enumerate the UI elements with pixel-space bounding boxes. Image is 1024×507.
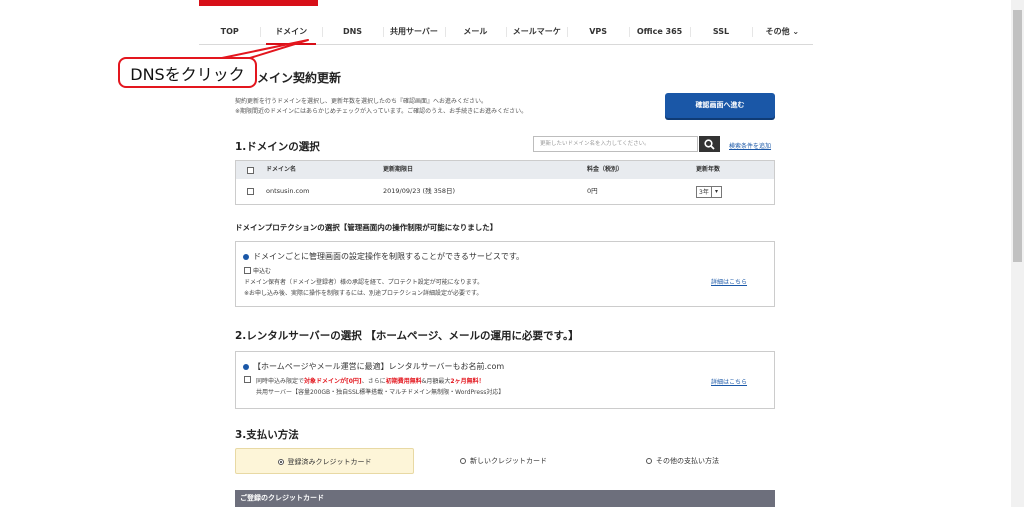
confirm-button[interactable]: 確認画面へ進む	[665, 93, 775, 118]
protection-checkbox[interactable]	[244, 267, 251, 274]
expiry-date: 2019/09/23 (残 358日)	[383, 187, 456, 195]
nav-ssl[interactable]: SSL	[690, 20, 751, 44]
payment-option-other[interactable]: その他の支払い方法	[593, 448, 772, 474]
instruction-note: 契約更新を行うドメインを選択し、更新年数を選択したのち『確認画面』へお進みくださ…	[235, 98, 488, 105]
radio-icon	[460, 458, 466, 464]
radio-selected-icon	[277, 459, 284, 465]
protection-apply-label: 申込む	[253, 268, 272, 275]
protection-title: ドメインごとに管理画面の設定操作を制限することができるサービスです。	[253, 252, 525, 261]
nav-dns[interactable]: DNS	[321, 20, 383, 44]
nav-office365[interactable]: Office 365	[628, 20, 690, 44]
row-checkbox[interactable]	[247, 188, 254, 195]
col-years: 更新年数	[696, 166, 721, 173]
instruction-callout: DNSをクリック	[118, 57, 257, 88]
promo-text: &月額最大	[421, 378, 451, 385]
domain-name: ontsusin.com	[266, 187, 310, 195]
col-expiry: 更新期限日	[383, 166, 414, 173]
table-header: ドメイン名 更新期限日 料金（税別） 更新年数	[236, 161, 774, 179]
registered-cards-header: ご登録のクレジットカード	[235, 490, 775, 507]
server-details-link[interactable]: 詳細はこちら	[711, 377, 747, 386]
server-spec-line: 共用サーバー【容量200GB・独自SSL標準搭載・マルチドメイン無制限・Word…	[256, 389, 505, 396]
nav-top[interactable]: TOP	[199, 20, 260, 44]
promo-text: 、さらに	[361, 378, 386, 385]
domain-section-heading: 1.ドメインの選択	[235, 141, 320, 153]
nav-domain[interactable]: ドメイン	[260, 20, 321, 45]
promo-highlight: 2ヶ月無料！	[450, 378, 485, 385]
main-nav: TOP ドメイン DNS 共用サーバー メール メールマーケ VPS Offic…	[199, 20, 813, 45]
protection-heading: ドメインプロテクションの選択【管理画面内の操作制限が可能になりました】	[235, 223, 498, 232]
add-search-condition-link[interactable]: 検索条件を追加	[729, 141, 771, 150]
payment-option-registered-card[interactable]: 登録済みクレジットカード	[235, 448, 414, 474]
search-button[interactable]	[699, 136, 720, 152]
server-title: 【ホームページやメール運営に最適】レンタルサーバーもお名前.com	[253, 362, 505, 371]
radio-icon	[646, 458, 652, 464]
nav-shared-server[interactable]: 共用サーバー	[383, 20, 444, 44]
promo-highlight: 初期費用無料	[385, 378, 422, 385]
nav-mail-marketing[interactable]: メールマーケ	[506, 20, 567, 44]
renewal-years-select[interactable]: 3年 ▾	[696, 186, 722, 198]
protection-desc-2: ※お申し込み後、実際に操作を制限するには、別途プロテクション詳細設定が必要です。	[244, 290, 483, 297]
payment-option-new-card[interactable]: 新しいクレジットカード	[414, 448, 593, 474]
search-icon	[704, 139, 715, 150]
bullet-icon	[243, 364, 249, 370]
payment-section-heading: 3.支払い方法	[235, 429, 299, 441]
protection-desc: ドメイン保有者（ドメイン登録者）様の承認を経て、プロテクト設定が可能になります。	[244, 279, 484, 286]
select-all-checkbox[interactable]	[247, 167, 254, 174]
table-row: ontsusin.com 2019/09/23 (残 358日) 0円	[236, 179, 774, 204]
renewal-years-value: 3年	[699, 189, 709, 196]
instruction-note-2: ※期限間近のドメインにはあらかじめチェックが入っています。ご確認のうえ、お手続き…	[235, 108, 528, 115]
col-price: 料金（税別）	[587, 166, 624, 173]
protection-details-link[interactable]: 詳細はこちら	[711, 277, 747, 286]
col-domain: ドメイン名	[266, 166, 297, 173]
server-promo-line: 同時申込み限定で対象ドメインが[0円]、さらに初期費用無料&月額最大2ヶ月無料！	[256, 376, 485, 385]
promo-highlight: 対象ドメインが[0円]	[304, 378, 362, 385]
domain-table: ドメイン名 更新期限日 料金（税別） 更新年数 ontsusin.com 201…	[235, 160, 775, 205]
server-box: 【ホームページやメール運営に最適】レンタルサーバーもお名前.com 同時申込み限…	[235, 351, 775, 409]
server-section-heading: 2.レンタルサーバーの選択 【ホームページ、メールの運用に必要です。】	[235, 330, 579, 342]
nav-vps[interactable]: VPS	[567, 20, 628, 44]
payment-option-label: 登録済みクレジットカード	[287, 458, 372, 466]
promo-text: 同時申込み限定で	[256, 378, 305, 385]
scrollbar-thumb[interactable]	[1013, 10, 1022, 262]
bullet-icon	[243, 254, 249, 260]
nav-other[interactable]: その他 ⌄	[751, 20, 813, 44]
server-checkbox[interactable]	[244, 376, 251, 383]
payment-option-label: 新しいクレジットカード	[470, 457, 547, 465]
nav-mail[interactable]: メール	[444, 20, 506, 44]
domain-search-input[interactable]: 更新したいドメイン名を入力してください。	[533, 136, 698, 152]
page-title: メイン契約更新	[257, 71, 342, 85]
price: 0円	[587, 187, 598, 195]
protection-box: ドメインごとに管理画面の設定操作を制限することができるサービスです。 申込む ド…	[235, 241, 775, 307]
chevron-down-icon: ▾	[711, 187, 721, 197]
brand-bar	[199, 0, 318, 6]
payment-option-label: その他の支払い方法	[656, 457, 719, 465]
